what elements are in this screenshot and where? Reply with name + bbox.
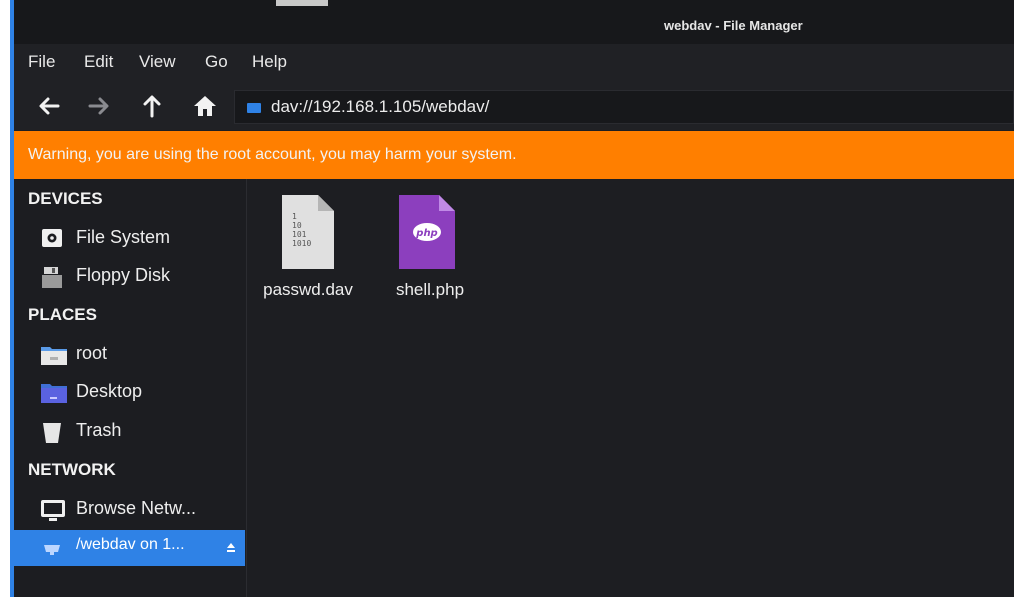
php-file-icon: php xyxy=(399,195,455,269)
sidebar-item-label: root xyxy=(76,343,108,363)
icon-text-line: 1010 xyxy=(292,239,311,248)
sidebar-heading-devices: DEVICES xyxy=(28,189,103,208)
sidebar-item-label: File System xyxy=(76,227,171,247)
binary-file-icon: 1 10 101 1010 xyxy=(282,195,334,269)
arrow-left-icon xyxy=(39,97,60,115)
network-share-icon xyxy=(44,545,60,555)
file-name: passwd.dav xyxy=(263,280,353,299)
network-drive-icon xyxy=(247,103,261,113)
back-button[interactable] xyxy=(36,92,62,120)
sidebar-item-label: Floppy Disk xyxy=(76,265,171,285)
monitor-icon xyxy=(41,500,65,521)
sidebar-item-label: Browse Netw... xyxy=(76,498,197,518)
sidebar-item-floppy-disk[interactable]: Floppy Disk xyxy=(14,259,245,293)
home-icon xyxy=(194,96,216,116)
sidebar: DEVICES File System Floppy Disk PLACES r… xyxy=(14,179,247,597)
sidebar-item-webdav[interactable]: /webdav on 1... xyxy=(14,530,245,566)
sidebar-item-root[interactable]: root xyxy=(14,337,245,371)
menu-help[interactable]: Help xyxy=(252,52,287,72)
arrow-up-icon xyxy=(143,95,161,118)
sidebar-item-desktop[interactable]: Desktop xyxy=(14,375,245,409)
sidebar-item-label: /webdav on 1... xyxy=(76,536,185,553)
menu-file[interactable]: File xyxy=(28,52,55,72)
sidebar-item-label: Desktop xyxy=(76,381,143,401)
eject-icon[interactable] xyxy=(226,542,236,554)
icon-text-line: 1 xyxy=(292,212,297,221)
icon-text-line: 10 xyxy=(292,221,302,230)
file-item-shell-php[interactable]: php shell.php xyxy=(375,195,485,305)
window-title: webdav - File Manager xyxy=(664,18,803,33)
address-text[interactable]: dav://192.168.1.105/webdav/ xyxy=(271,97,489,117)
forward-button[interactable] xyxy=(86,92,112,120)
desktop-folder-icon xyxy=(41,384,67,403)
up-button[interactable] xyxy=(139,92,165,120)
icon-text-line: 101 xyxy=(292,230,307,239)
sidebar-item-file-system[interactable]: File System xyxy=(14,221,245,255)
root-warning-banner: Warning, you are using the root account,… xyxy=(14,131,1014,179)
screen-edge xyxy=(0,0,10,597)
file-item-passwd-dav[interactable]: 1 10 101 1010 passwd.dav xyxy=(253,195,363,305)
menu-go[interactable]: Go xyxy=(205,52,228,72)
arrow-right-icon xyxy=(88,97,109,115)
file-view[interactable]: 1 10 101 1010 passwd.dav php shell.php xyxy=(247,179,1014,597)
menu-view[interactable]: View xyxy=(139,52,176,72)
icon-text: php xyxy=(415,228,437,239)
sidebar-heading-network: NETWORK xyxy=(28,460,116,479)
sidebar-item-browse-network[interactable]: Browse Netw... xyxy=(14,492,245,526)
menu-edit[interactable]: Edit xyxy=(84,52,113,72)
home-button[interactable] xyxy=(192,92,218,120)
hard-drive-icon xyxy=(42,229,62,247)
title-bar[interactable]: webdav - File Manager xyxy=(14,0,1014,44)
home-folder-icon xyxy=(41,347,67,365)
trash-icon xyxy=(43,423,61,443)
sidebar-item-label: Trash xyxy=(76,420,122,440)
address-bar[interactable]: dav://192.168.1.105/webdav/ xyxy=(234,90,1014,124)
title-bar-handle xyxy=(276,0,328,6)
sidebar-item-trash[interactable]: Trash xyxy=(14,414,245,448)
sidebar-heading-places: PLACES xyxy=(28,305,97,324)
file-name: shell.php xyxy=(395,280,465,299)
floppy-disk-icon xyxy=(42,267,62,288)
